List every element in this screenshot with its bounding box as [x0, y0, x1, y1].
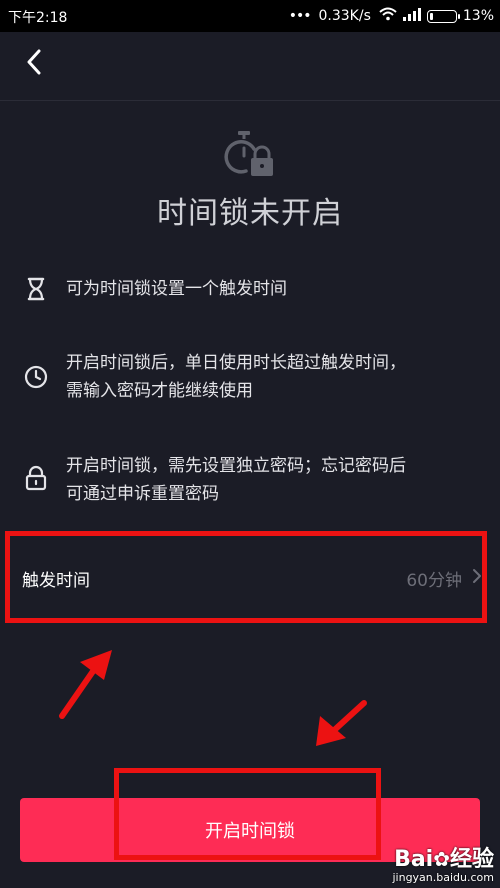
info-text-line: 开启时间锁，需先设置独立密码；忘记密码后	[66, 456, 406, 476]
paw-icon: ✿	[433, 847, 450, 871]
chevron-left-icon	[26, 49, 42, 79]
hourglass-icon	[22, 275, 50, 303]
stopwatch-lock-icon	[224, 128, 280, 184]
info-text: 开启时间锁，需先设置独立密码；忘记密码后 可通过申诉重置密码	[66, 452, 406, 508]
arrow-down-left	[316, 700, 367, 746]
info-text-line: 可为时间锁设置一个触发时间	[66, 279, 287, 299]
watermark: Bai✿经验 jingyan.baidu.com	[392, 841, 494, 884]
header-divider	[0, 100, 500, 101]
status-right: ••• 0.33K/s 13%	[289, 7, 494, 25]
watermark-url: jingyan.baidu.com	[392, 871, 494, 884]
wifi-icon	[379, 7, 397, 25]
info-text: 开启时间锁后，单日使用时长超过触发时间， 需输入密码才能继续使用	[66, 349, 406, 405]
page-title: 时间锁未开启	[157, 196, 343, 231]
status-bar: 下午2:18 ••• 0.33K/s 13%	[0, 0, 500, 32]
arrow-up-right	[59, 650, 112, 719]
status-time: 下午2:18	[8, 10, 68, 26]
info-item-password: 开启时间锁，需先设置独立密码；忘记密码后 可通过申诉重置密码	[22, 452, 482, 508]
clock-icon	[22, 363, 50, 391]
lock-icon	[22, 464, 50, 492]
back-button[interactable]	[14, 42, 54, 86]
battery-fill	[429, 12, 433, 20]
watermark-logo: Bai✿经验	[394, 847, 494, 872]
trigger-time-row[interactable]: 触发时间 60分钟	[10, 537, 484, 619]
battery-tip	[457, 13, 460, 19]
battery-percent: 13%	[462, 8, 494, 24]
status-dots: •••	[288, 8, 312, 24]
trigger-time-value-group: 60分钟	[406, 566, 482, 591]
trigger-time-label: 触发时间	[22, 570, 90, 591]
info-text-line: 需输入密码才能继续使用	[66, 381, 253, 401]
info-text-line: 可通过申诉重置密码	[66, 484, 219, 504]
chevron-right-icon	[472, 568, 482, 588]
signal-icon	[402, 7, 421, 25]
battery-icon	[426, 9, 460, 23]
info-item-usage: 开启时间锁后，单日使用时长超过触发时间， 需输入密码才能继续使用	[22, 349, 482, 405]
info-text-line: 开启时间锁后，单日使用时长超过触发时间，	[66, 353, 406, 373]
info-text: 可为时间锁设置一个触发时间	[66, 275, 287, 303]
info-item-trigger: 可为时间锁设置一个触发时间	[22, 275, 482, 303]
network-speed: 0.33K/s	[318, 8, 371, 24]
trigger-time-value: 60分钟	[406, 570, 462, 591]
